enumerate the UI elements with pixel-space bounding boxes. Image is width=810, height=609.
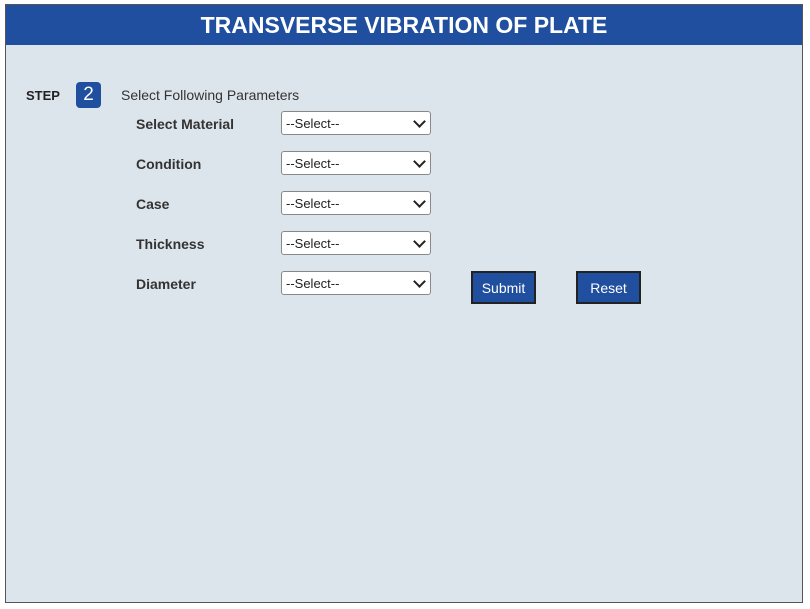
app-frame: TRANSVERSE VIBRATION OF PLATE STEP 2 Sel…	[5, 4, 803, 603]
diameter-select[interactable]: --Select--	[281, 271, 431, 295]
step-number-badge: 2	[76, 82, 101, 108]
chevron-down-icon	[413, 115, 426, 128]
param-row-thickness: Thickness --Select--	[136, 231, 436, 255]
step-description: Select Following Parameters	[121, 87, 300, 103]
case-label: Case	[136, 196, 170, 212]
param-row-condition: Condition --Select--	[136, 151, 436, 175]
param-row-material: Select Material --Select--	[136, 111, 436, 135]
step-label: STEP	[26, 88, 60, 103]
condition-select[interactable]: --Select--	[281, 151, 431, 175]
chevron-down-icon	[413, 195, 426, 208]
chevron-down-icon	[413, 155, 426, 168]
param-row-diameter: Diameter --Select--	[136, 271, 436, 295]
submit-button[interactable]: Submit	[471, 271, 536, 304]
chevron-down-icon	[413, 275, 426, 288]
condition-select-value: --Select--	[286, 155, 340, 171]
diameter-select-value: --Select--	[286, 275, 340, 291]
page-title: TRANSVERSE VIBRATION OF PLATE	[6, 5, 802, 45]
chevron-down-icon	[413, 235, 426, 248]
thickness-label: Thickness	[136, 236, 205, 252]
reset-button[interactable]: Reset	[576, 271, 641, 304]
material-label: Select Material	[136, 116, 235, 132]
case-select[interactable]: --Select--	[281, 191, 431, 215]
material-select-value: --Select--	[286, 115, 340, 131]
material-select[interactable]: --Select--	[281, 111, 431, 135]
condition-label: Condition	[136, 156, 202, 172]
thickness-select-value: --Select--	[286, 235, 340, 251]
diameter-label: Diameter	[136, 276, 196, 292]
thickness-select[interactable]: --Select--	[281, 231, 431, 255]
case-select-value: --Select--	[286, 195, 340, 211]
param-row-case: Case --Select--	[136, 191, 436, 215]
